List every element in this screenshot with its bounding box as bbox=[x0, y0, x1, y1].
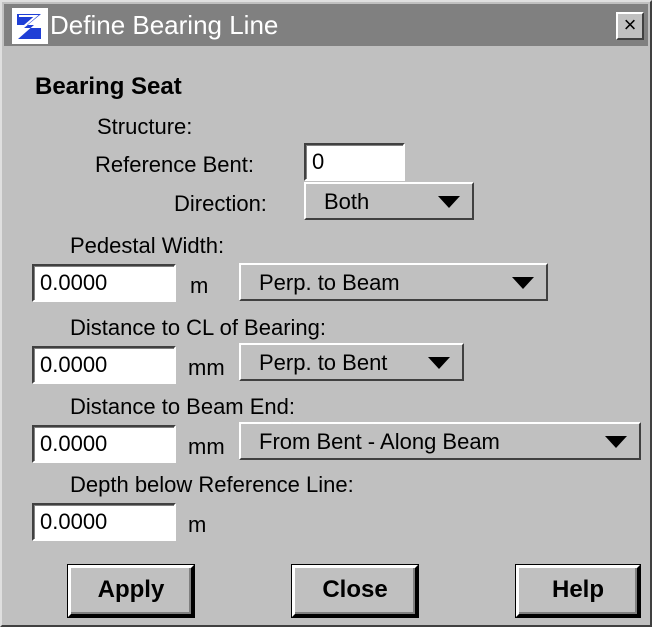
direction-label: Direction: bbox=[174, 191, 267, 216]
depth-below-ref-input[interactable] bbox=[32, 503, 176, 541]
title-bar[interactable]: Define Bearing Line × bbox=[4, 4, 648, 46]
pedestal-width-mode-dropdown[interactable]: Perp. to Beam bbox=[239, 263, 548, 301]
section-title: Bearing Seat bbox=[35, 73, 182, 100]
apply-button[interactable]: Apply bbox=[68, 565, 194, 617]
close-window-button[interactable]: × bbox=[616, 12, 644, 40]
distance-cl-bearing-unit: mm bbox=[188, 355, 225, 380]
pedestal-width-unit: m bbox=[190, 273, 209, 298]
distance-beam-end-mode-value: From Bent - Along Beam bbox=[259, 429, 500, 454]
direction-value: Both bbox=[324, 189, 370, 214]
distance-cl-bearing-mode-dropdown[interactable]: Perp. to Bent bbox=[239, 343, 464, 381]
app-logo-icon bbox=[12, 8, 48, 44]
depth-below-ref-label: Depth below Reference Line: bbox=[70, 472, 354, 497]
close-button[interactable]: Close bbox=[292, 565, 418, 617]
distance-cl-bearing-label: Distance to CL of Bearing: bbox=[70, 315, 326, 340]
close-icon: × bbox=[623, 12, 637, 37]
pedestal-width-mode-value: Perp. to Beam bbox=[259, 270, 400, 295]
distance-beam-end-input[interactable] bbox=[32, 425, 176, 463]
chevron-down-icon bbox=[428, 357, 450, 369]
reference-bent-input[interactable] bbox=[304, 143, 405, 181]
define-bearing-line-dialog: Define Bearing Line × Bearing Seat Struc… bbox=[0, 0, 652, 627]
distance-beam-end-label: Distance to Beam End: bbox=[70, 394, 296, 419]
chevron-down-icon bbox=[438, 196, 460, 208]
help-button[interactable]: Help bbox=[516, 565, 640, 617]
reference-bent-label: Reference Bent: bbox=[95, 152, 254, 177]
distance-beam-end-mode-dropdown[interactable]: From Bent - Along Beam bbox=[239, 422, 641, 460]
pedestal-width-input[interactable] bbox=[32, 264, 176, 302]
pedestal-width-label: Pedestal Width: bbox=[70, 233, 225, 258]
chevron-down-icon bbox=[605, 436, 627, 448]
distance-beam-end-unit: mm bbox=[188, 434, 225, 459]
depth-below-ref-unit: m bbox=[188, 512, 207, 537]
distance-cl-bearing-mode-value: Perp. to Bent bbox=[259, 350, 388, 375]
dialog-title: Define Bearing Line bbox=[50, 10, 279, 40]
direction-dropdown[interactable]: Both bbox=[304, 182, 474, 220]
chevron-down-icon bbox=[512, 277, 534, 289]
distance-cl-bearing-input[interactable] bbox=[32, 346, 176, 384]
structure-label: Structure: bbox=[97, 114, 193, 139]
